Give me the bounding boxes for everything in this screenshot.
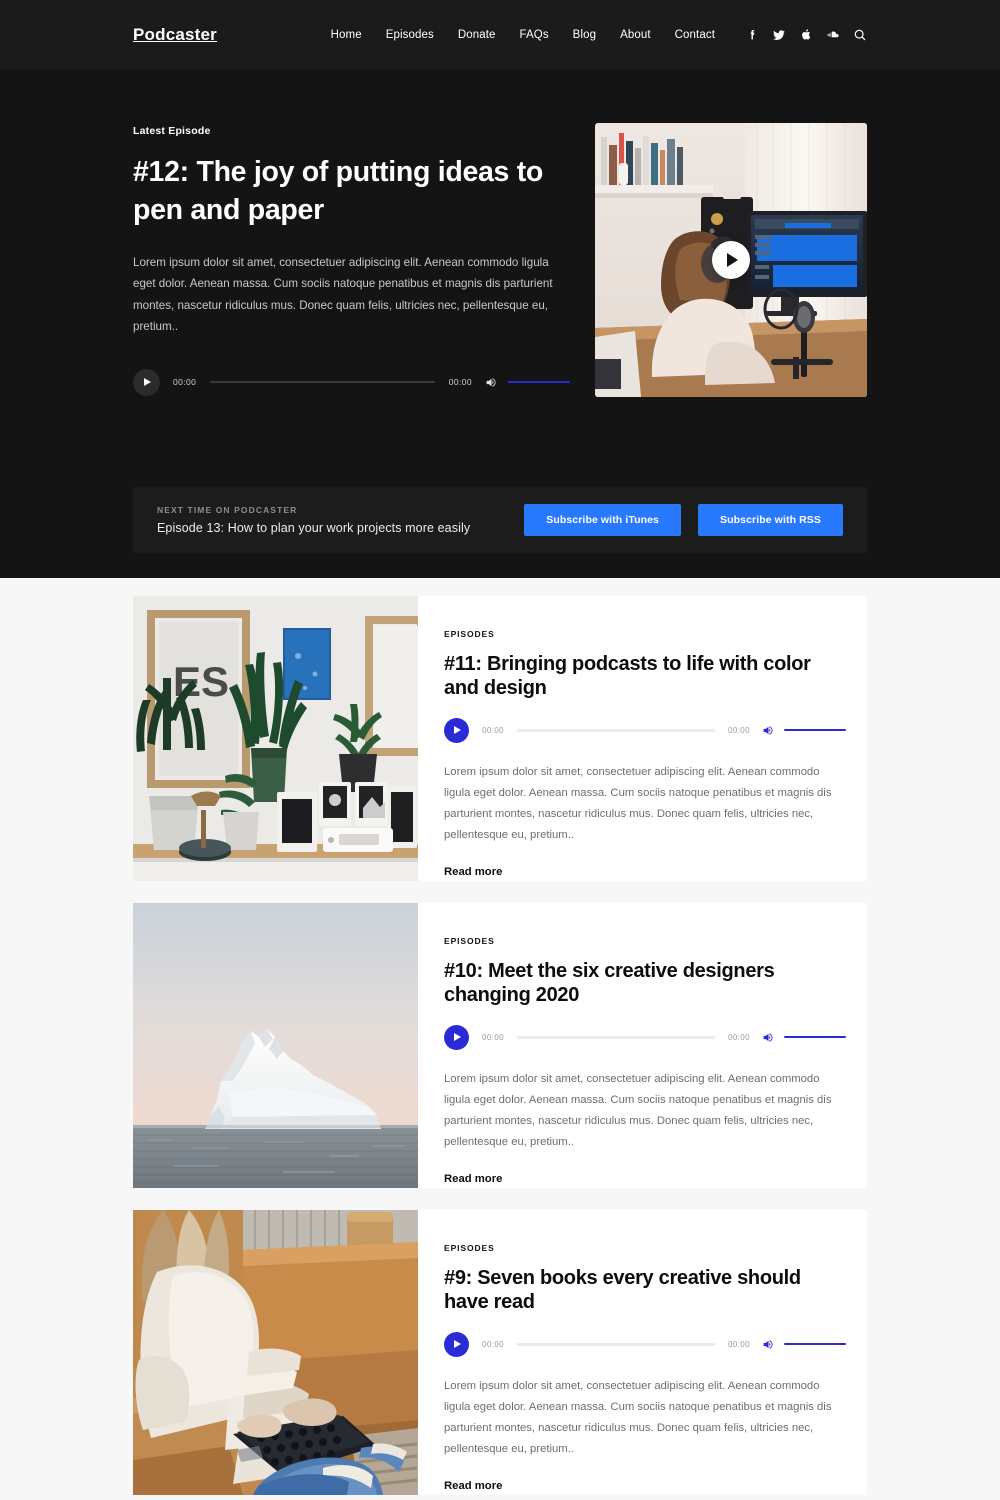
hero-section: Latest Episode #12: The joy of putting i… bbox=[0, 69, 1000, 487]
hero-inner: Latest Episode #12: The joy of putting i… bbox=[133, 69, 867, 397]
social-links bbox=[745, 28, 867, 42]
episode-description: Lorem ipsum dolor sit amet, consectetuer… bbox=[444, 1072, 832, 1148]
hero-description: Lorem ipsum dolor sit amet, consectetuer… bbox=[133, 255, 553, 334]
main-navigation: Home Episodes Donate FAQs Blog About Con… bbox=[331, 29, 715, 41]
episode-thumbnail[interactable]: ES bbox=[133, 596, 418, 881]
episode-total-time: 00:00 bbox=[727, 1032, 750, 1042]
episode-eyebrow: EPISODES bbox=[444, 936, 495, 946]
next-episode-title: Episode 13: How to plan your work projec… bbox=[157, 521, 471, 535]
soundcloud-icon[interactable] bbox=[826, 28, 840, 42]
next-episode-banner: NEXT TIME ON PODCASTER Episode 13: How t… bbox=[133, 487, 867, 553]
nav-item-donate[interactable]: Donate bbox=[458, 29, 496, 41]
episode-title: #9: Seven books every creative should ha… bbox=[444, 1266, 846, 1315]
twitter-icon[interactable] bbox=[772, 28, 786, 42]
episode-progress-slider[interactable] bbox=[517, 729, 715, 732]
episode-eyebrow: EPISODES bbox=[444, 1243, 495, 1253]
hero-play-button[interactable] bbox=[133, 368, 160, 396]
play-icon bbox=[727, 253, 738, 267]
episode-volume-slider[interactable] bbox=[784, 1343, 846, 1346]
nav-item-home[interactable]: Home bbox=[331, 29, 362, 41]
site-header: Podcaster Home Episodes Donate FAQs Blog… bbox=[0, 0, 1000, 69]
read-more-link[interactable]: Read more bbox=[444, 1173, 502, 1185]
episode-title: #10: Meet the six creative designers cha… bbox=[444, 959, 846, 1008]
episode-description: Lorem ipsum dolor sit amet, consectetuer… bbox=[444, 765, 832, 841]
episode-title-link[interactable]: #10: Meet the six creative designers cha… bbox=[444, 960, 775, 1006]
brand-logo[interactable]: Podcaster bbox=[133, 25, 217, 45]
episode-list: ES EPISODES #11: Bringing podcasts to li… bbox=[0, 578, 1000, 1500]
hero-video-play-button[interactable] bbox=[712, 241, 750, 279]
episode-title: #11: Bringing podcasts to life with colo… bbox=[444, 652, 846, 701]
episode-card: EPISODES #10: Meet the six creative desi… bbox=[133, 903, 867, 1188]
next-band-wrapper: NEXT TIME ON PODCASTER Episode 13: How t… bbox=[0, 487, 1000, 553]
hero-volume-slider[interactable] bbox=[508, 381, 570, 384]
episode-total-time: 00:00 bbox=[727, 725, 750, 735]
nav-item-faqs[interactable]: FAQs bbox=[520, 29, 549, 41]
episode-current-time: 00:00 bbox=[482, 725, 505, 735]
episode-card: EPISODES #9: Seven books every creative … bbox=[133, 1210, 867, 1495]
episode-volume-slider[interactable] bbox=[784, 1036, 846, 1039]
play-icon bbox=[144, 378, 151, 387]
episode-thumbnail[interactable] bbox=[133, 903, 418, 1188]
nav-item-episodes[interactable]: Episodes bbox=[386, 29, 434, 41]
episode-title-link[interactable]: #11: Bringing podcasts to life with colo… bbox=[444, 653, 811, 699]
episode-title-link[interactable]: #9: Seven books every creative should ha… bbox=[444, 1267, 801, 1313]
episode-audio-player: 00:00 00:00 bbox=[444, 1331, 846, 1357]
episode-progress-slider[interactable] bbox=[517, 1036, 715, 1039]
episode-body: EPISODES #9: Seven books every creative … bbox=[418, 1210, 876, 1495]
search-icon[interactable] bbox=[853, 28, 867, 42]
hero-media-column bbox=[595, 123, 867, 397]
episode-current-time: 00:00 bbox=[482, 1032, 505, 1042]
play-icon bbox=[454, 726, 461, 735]
apple-icon[interactable] bbox=[799, 28, 813, 42]
episode-card: ES EPISODES #11: Bringing podcasts to li… bbox=[133, 596, 867, 881]
hero-progress-slider[interactable] bbox=[210, 381, 435, 384]
nav-item-blog[interactable]: Blog bbox=[573, 29, 596, 41]
hero-audio-player: 00:00 00:00 bbox=[133, 368, 570, 396]
hero-total-time: 00:00 bbox=[448, 377, 472, 388]
volume-icon[interactable] bbox=[762, 724, 775, 737]
header-right: Home Episodes Donate FAQs Blog About Con… bbox=[331, 28, 867, 42]
nav-item-about[interactable]: About bbox=[620, 29, 651, 41]
hero-video-thumbnail[interactable] bbox=[595, 123, 867, 397]
episode-body: EPISODES #10: Meet the six creative desi… bbox=[418, 903, 876, 1188]
episode-description: Lorem ipsum dolor sit amet, consectetuer… bbox=[444, 1379, 832, 1455]
hero-bottom-spacer bbox=[0, 553, 1000, 578]
hero-current-time: 00:00 bbox=[173, 377, 197, 388]
episode-volume-slider[interactable] bbox=[784, 729, 846, 732]
subscribe-rss-button[interactable]: Subscribe with RSS bbox=[698, 504, 843, 536]
episode-eyebrow: EPISODES bbox=[444, 629, 495, 639]
next-episode-text: NEXT TIME ON PODCASTER Episode 13: How t… bbox=[157, 505, 470, 535]
volume-icon[interactable] bbox=[485, 376, 498, 389]
episode-progress-slider[interactable] bbox=[517, 1343, 715, 1346]
episode-total-time: 00:00 bbox=[727, 1339, 750, 1349]
episode-audio-player: 00:00 00:00 bbox=[444, 717, 846, 743]
read-more-link[interactable]: Read more bbox=[444, 866, 502, 878]
volume-icon[interactable] bbox=[762, 1031, 775, 1044]
hero-title: #12: The joy of putting ideas to pen and… bbox=[133, 156, 544, 226]
hero-eyebrow: Latest Episode bbox=[133, 125, 211, 137]
subscribe-itunes-button[interactable]: Subscribe with iTunes bbox=[524, 504, 681, 536]
subscribe-buttons: Subscribe with iTunes Subscribe with RSS bbox=[524, 504, 843, 536]
episode-play-button[interactable] bbox=[444, 1331, 469, 1357]
episode-body: EPISODES #11: Bringing podcasts to life … bbox=[418, 596, 876, 881]
episode-play-button[interactable] bbox=[444, 1024, 469, 1050]
episode-thumbnail[interactable] bbox=[133, 1210, 418, 1495]
facebook-icon[interactable] bbox=[745, 28, 759, 42]
volume-icon[interactable] bbox=[762, 1338, 775, 1351]
episode-audio-player: 00:00 00:00 bbox=[444, 1024, 846, 1050]
episode-play-button[interactable] bbox=[444, 717, 469, 743]
read-more-link[interactable]: Read more bbox=[444, 1480, 502, 1492]
next-episode-eyebrow: NEXT TIME ON PODCASTER bbox=[157, 505, 298, 515]
hero-text-column: Latest Episode #12: The joy of putting i… bbox=[133, 125, 573, 397]
play-icon bbox=[454, 1340, 461, 1349]
nav-item-contact[interactable]: Contact bbox=[675, 29, 715, 41]
play-icon bbox=[454, 1033, 461, 1042]
episode-current-time: 00:00 bbox=[482, 1339, 505, 1349]
